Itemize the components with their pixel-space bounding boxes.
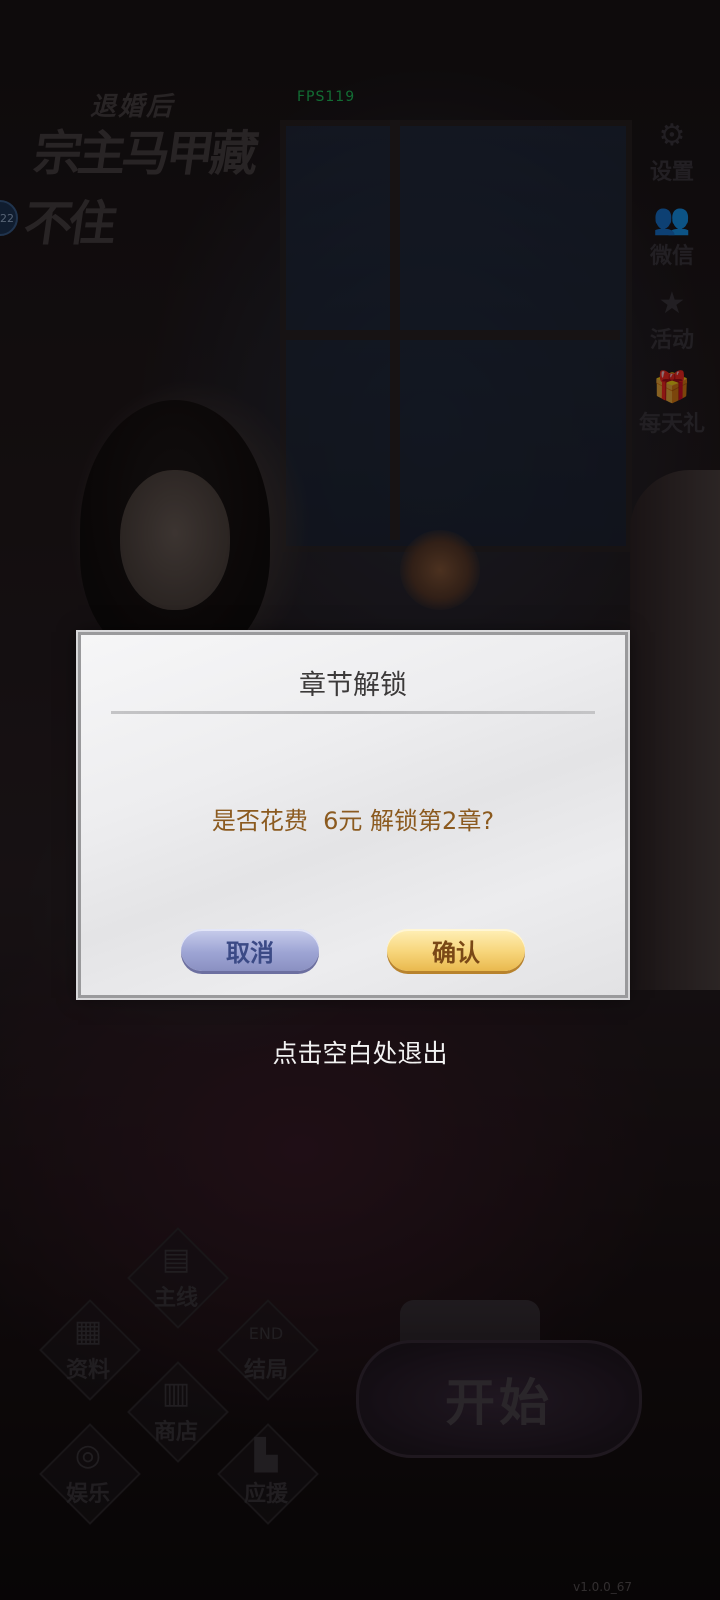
dialog-message: 是否花费 6元 解锁第2章? xyxy=(211,807,495,835)
confirm-button[interactable]: 确认 xyxy=(387,929,525,971)
exit-hint: 点击空白处退出 xyxy=(272,1039,448,1068)
dialog-title: 章节解锁 xyxy=(299,670,407,701)
unlock-chapter-dialog: 章节解锁 是否花费 6元 解锁第2章? 取消 确认 xyxy=(76,630,630,1000)
cancel-button[interactable]: 取消 xyxy=(181,929,319,971)
dialog-divider xyxy=(111,711,595,714)
